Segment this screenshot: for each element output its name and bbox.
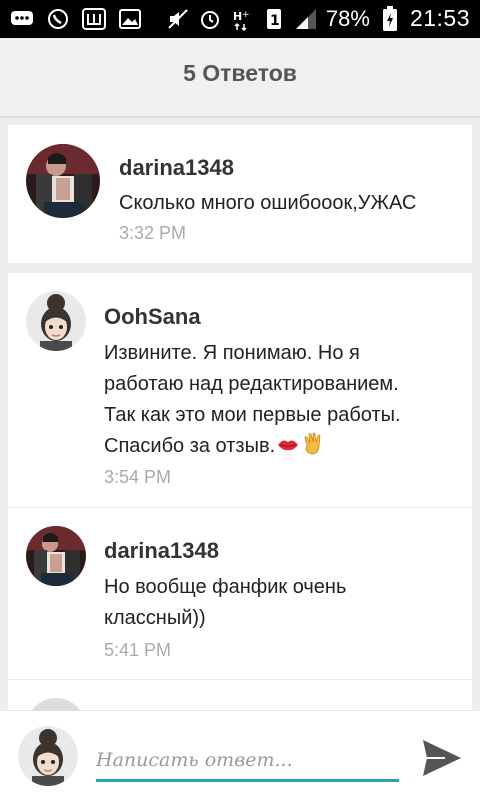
signal-icon <box>294 7 318 31</box>
hplus-data-icon: H + <box>230 7 254 31</box>
battery-percent: 78% <box>325 5 370 31</box>
battery-charging-icon <box>378 5 402 31</box>
avatar[interactable] <box>26 144 100 218</box>
comment-author[interactable]: darina1348 <box>104 538 219 564</box>
send-icon <box>421 738 463 783</box>
svg-text:+: + <box>242 10 250 20</box>
status-bar: H + 1 78% 21:53 <box>0 0 480 38</box>
reply-composer <box>0 710 480 801</box>
comment-text-line: Но вообще фанфик очень <box>104 576 347 598</box>
image-icon <box>118 7 142 31</box>
avatar[interactable] <box>26 698 86 710</box>
comment-text-line-text: Спасибо за отзыв. <box>104 435 276 457</box>
reply-item: OohSana Извините. Я понимаю. Но я работа… <box>8 273 472 507</box>
app-w-icon <box>82 7 106 31</box>
comment-text-line: работаю над редактированием. <box>104 373 399 395</box>
replies-card: OohSana Извините. Я понимаю. Но я работа… <box>8 273 472 710</box>
avatar[interactable] <box>26 526 86 586</box>
clock: 21:53 <box>409 5 470 31</box>
current-user-avatar[interactable] <box>18 726 78 786</box>
waving-hand-icon <box>301 432 325 466</box>
comment-timestamp: 3:54 PM <box>104 467 172 487</box>
comment-timestamp: 5:41 PM <box>104 640 172 660</box>
system-icons: H + 1 78% 21:53 <box>166 5 470 32</box>
parent-comment-card: darina1348 Сколько много ошибооок,УЖАС 3… <box>8 125 472 263</box>
send-button[interactable] <box>418 736 466 784</box>
comment-text: Извините. Я понимаю. Но я работаю над ре… <box>104 338 401 466</box>
notification-icons <box>10 7 142 31</box>
mute-icon <box>166 7 190 31</box>
comment-text-line: Так как это мои первые работы. <box>104 404 401 426</box>
svg-text:H: H <box>233 10 242 23</box>
reply-item <box>8 680 472 710</box>
comment-timestamp: 3:32 PM <box>119 223 187 243</box>
alarm-icon <box>198 7 222 31</box>
reply-item: darina1348 Но вообще фанфик очень классн… <box>8 508 472 679</box>
page-title: 5 Ответов <box>183 60 297 86</box>
app-header: 5 Ответов <box>0 38 480 117</box>
reply-input[interactable] <box>96 741 399 782</box>
comment-text-line: классный)) <box>104 607 206 629</box>
sim-icon: 1 <box>262 7 286 31</box>
comment-text: Сколько много ошибооок,УЖАС <box>119 192 417 214</box>
comment-text-line: Извините. Я понимаю. Но я <box>104 342 360 364</box>
message-icon <box>10 7 34 31</box>
comment-author[interactable]: darina1348 <box>119 155 234 181</box>
kiss-lips-icon <box>277 434 299 465</box>
svg-text:1: 1 <box>270 13 280 29</box>
avatar[interactable] <box>26 291 86 351</box>
whatsapp-icon <box>46 7 70 31</box>
comments-list[interactable]: darina1348 Сколько много ошибооок,УЖАС 3… <box>0 116 480 710</box>
comment-text: Но вообще фанфик очень классный)) <box>104 572 346 634</box>
comment-author[interactable]: OohSana <box>104 304 201 330</box>
comment-text-line: Спасибо за отзыв. <box>104 431 401 466</box>
